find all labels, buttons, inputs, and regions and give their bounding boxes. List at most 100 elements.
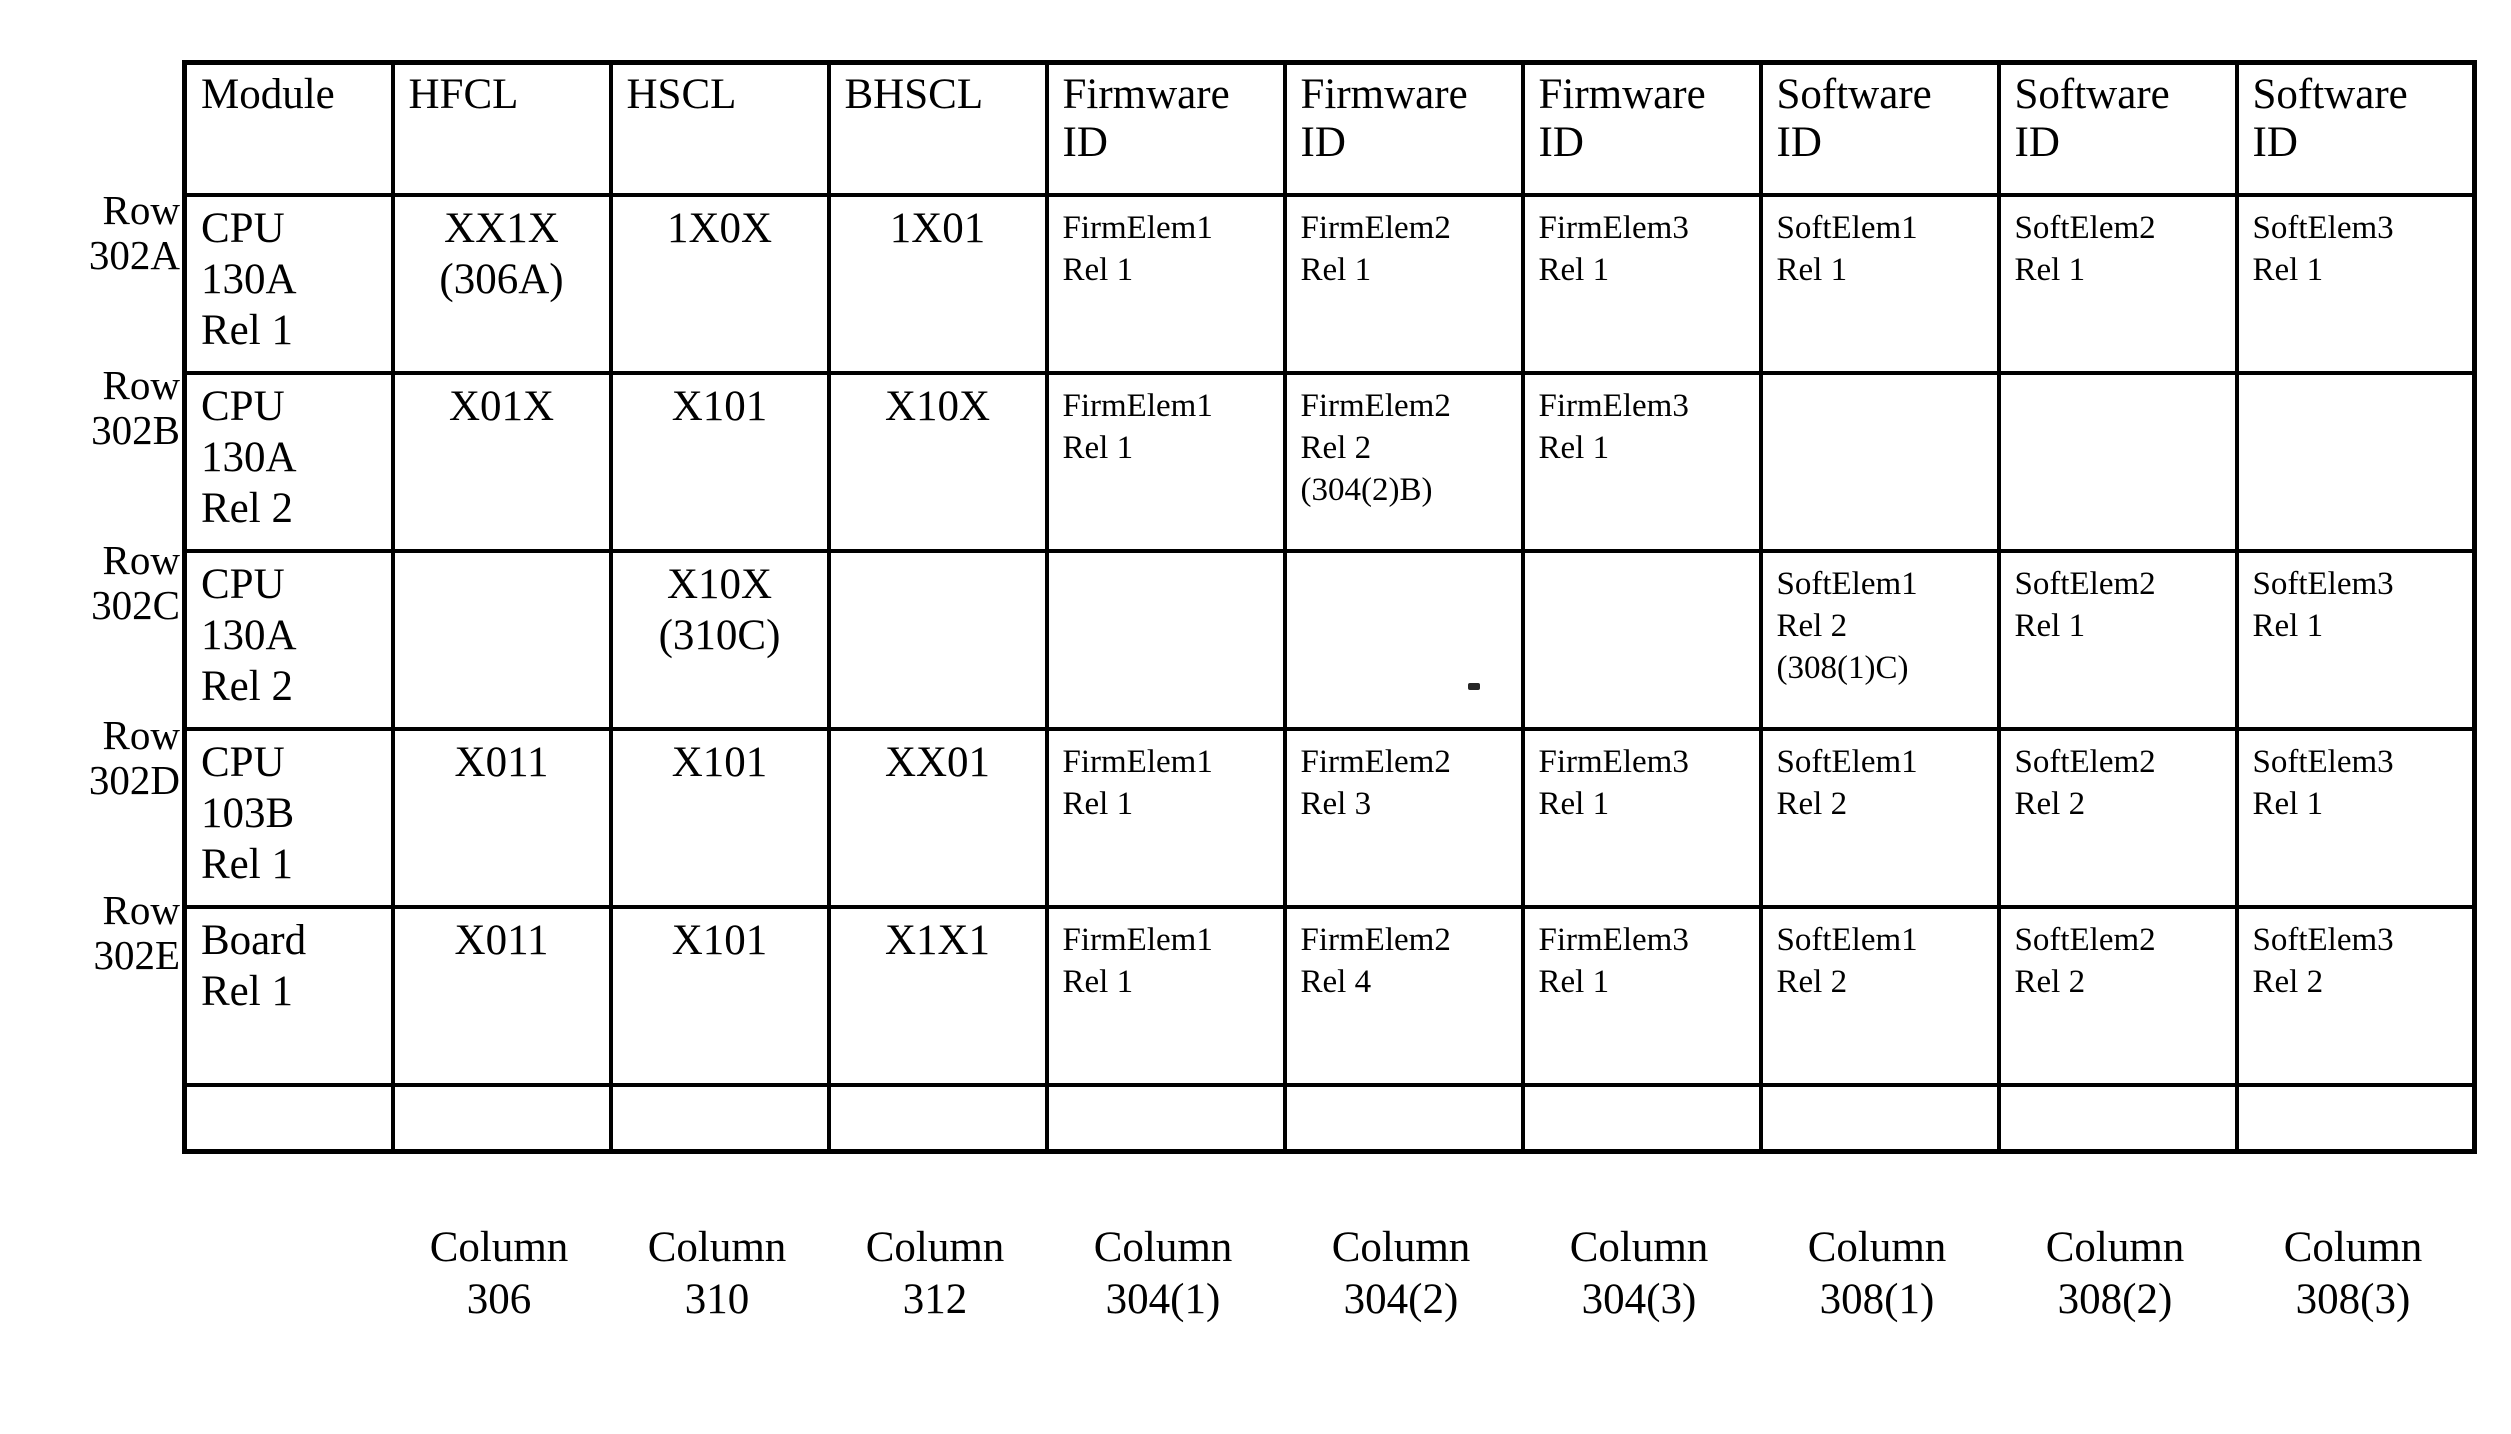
header-cell-bhscl-line1: BHSCL <box>844 71 984 118</box>
cell-302a-hfcl-line1: XX1X <box>444 205 559 252</box>
cell-302b-firmware-id-2-line2: Rel 2 <box>1300 430 1372 466</box>
cell-302d-module-line1: CPU <box>201 739 285 786</box>
cell-302e-firmware-id-2-line1: FirmElem2 <box>1300 922 1451 958</box>
header-cell-firmware-id-3-line2: ID <box>1538 119 1584 166</box>
cell-302b-bhscl: X10X <box>826 371 1049 553</box>
cell-302a-software-id-3-line2: Rel 1 <box>2252 252 2324 288</box>
cell-302d-software-id-2-line2: Rel 2 <box>2014 786 2086 822</box>
cell-302e-software-id-3-line2: Rel 2 <box>2252 964 2324 1000</box>
cell-302d-hscl: X101 <box>608 727 831 909</box>
cell-302c-hscl: X10X (310C) <box>608 549 831 731</box>
cell-302e-firmware-id-1-line2: Rel 1 <box>1062 964 1134 1000</box>
row-label-302b: Row 302B <box>40 363 180 453</box>
header-cell-hfcl-line1: HFCL <box>408 71 519 118</box>
cell-302d-firmware-id-3-line1: FirmElem3 <box>1538 744 1689 780</box>
cell-302b-firmware-id-3: FirmElem3 Rel 1 <box>1520 371 1763 553</box>
row-label-302d-line1: Row <box>102 712 180 758</box>
header-cell-software-id-1-line2: ID <box>1776 119 1822 166</box>
cell-302d-software-id-3-line1: SoftElem3 <box>2252 744 2394 780</box>
cell-302c-hscl-line1: X10X <box>666 561 773 608</box>
cell-302a-software-id-3: SoftElem3 Rel 1 <box>2234 193 2477 375</box>
cell-302c-software-id-2-line2: Rel 1 <box>2014 608 2086 644</box>
cell-302e-software-id-2-line1: SoftElem2 <box>2014 922 2156 958</box>
cell-302e-software-id-1: SoftElem1 Rel 2 <box>1758 905 2001 1087</box>
cell-302e-software-id-2: SoftElem2 Rel 2 <box>1996 905 2239 1087</box>
table-row: Board Rel 1 X011 X101 X1X1 FirmElem1 Rel 1 Firm… <box>182 905 2477 1087</box>
cell-302d-firmware-id-2: FirmElem2 Rel 3 <box>1282 727 1525 909</box>
empty-cell-hscl <box>608 1083 831 1154</box>
cell-302a-bhscl-line1: 1X01 <box>889 205 986 252</box>
row-label-302a: Row 302A <box>40 188 180 278</box>
header-cell-software-id-1-line1: Software <box>1776 71 1932 118</box>
cell-302e-firmware-id-2: FirmElem2 Rel 4 <box>1282 905 1525 1087</box>
cell-302e-software-id-3-line1: SoftElem3 <box>2252 922 2394 958</box>
cell-302d-hfcl: X011 <box>390 727 613 909</box>
header-cell-module-line1: Module <box>201 71 335 118</box>
column-callout-304-2-line2: 304(2) <box>1343 1276 1459 1323</box>
cell-302c-software-id-1-line2: Rel 2 <box>1776 608 1848 644</box>
empty-cell-hfcl <box>390 1083 613 1154</box>
cell-302b-software-id-2 <box>1996 371 2239 553</box>
cell-302d-module-line3: Rel 1 <box>201 841 293 888</box>
row-label-302b-line2: 302B <box>91 407 180 453</box>
cell-302d-firmware-id-3-line2: Rel 1 <box>1538 786 1610 822</box>
empty-cell-module <box>182 1083 395 1154</box>
cell-302a-hfcl: XX1X (306A) <box>390 193 613 375</box>
column-callout-308-1-line1: Column <box>1807 1224 1947 1271</box>
cell-302d-firmware-id-1-line2: Rel 1 <box>1062 786 1134 822</box>
cell-302a-software-id-1-line2: Rel 1 <box>1776 252 1848 288</box>
header-cell-firmware-id-1-line1: Firmware <box>1062 71 1230 118</box>
cell-302a-software-id-3-line1: SoftElem3 <box>2252 210 2394 246</box>
header-cell-firmware-id-3-line1: Firmware <box>1538 71 1706 118</box>
empty-cell-software-id-2 <box>1996 1083 2239 1154</box>
header-cell-firmware-id-2-line2: ID <box>1300 119 1346 166</box>
cell-302b-module-line3: Rel 2 <box>201 485 293 532</box>
cell-302c-software-id-3-line1: SoftElem3 <box>2252 566 2394 602</box>
cell-302c-firmware-id-1 <box>1044 549 1287 731</box>
column-callout-306-line2: 306 <box>466 1276 532 1323</box>
cell-302c-software-id-1-line1: SoftElem1 <box>1776 566 1918 602</box>
row-label-302c-line2: 302C <box>91 582 180 628</box>
cell-302e-firmware-id-3-line2: Rel 1 <box>1538 964 1610 1000</box>
cell-302c-hscl-line2: (310C) <box>658 612 781 659</box>
cell-302c-software-id-2: SoftElem2 Rel 1 <box>1996 549 2239 731</box>
header-cell-hscl-line1: HSCL <box>626 71 737 118</box>
header-cell-firmware-id-1: Firmware ID <box>1044 60 1287 197</box>
row-label-302c: Row 302C <box>40 538 180 628</box>
header-cell-software-id-2: Software ID <box>1996 60 2239 197</box>
cell-302d-hfcl-line1: X011 <box>454 739 549 786</box>
cell-302b-module: CPU 130A Rel 2 <box>182 371 395 553</box>
row-label-302a-line1: Row <box>102 187 180 233</box>
empty-cell-firmware-id-2 <box>1282 1083 1525 1154</box>
cell-302d-software-id-2-line1: SoftElem2 <box>2014 744 2156 780</box>
cell-302b-hfcl-line1: X01X <box>448 383 555 430</box>
column-callout-module <box>182 1222 390 1326</box>
cell-302b-firmware-id-3-line1: FirmElem3 <box>1538 388 1689 424</box>
cell-302d-software-id-1-line1: SoftElem1 <box>1776 744 1918 780</box>
cell-302d-bhscl-line1: XX01 <box>884 739 991 786</box>
cell-302b-firmware-id-2-line1: FirmElem2 <box>1300 388 1451 424</box>
cell-302d-firmware-id-1: FirmElem1 Rel 1 <box>1044 727 1287 909</box>
cell-302a-hfcl-line2: (306A) <box>439 256 564 303</box>
column-callout-308-2-line2: 308(2) <box>2057 1276 2173 1323</box>
column-callout-306-line1: Column <box>429 1224 569 1271</box>
cell-302a-firmware-id-1-line2: Rel 1 <box>1062 252 1134 288</box>
cell-302e-hfcl: X011 <box>390 905 613 1087</box>
cell-302d-module: CPU 103B Rel 1 <box>182 727 395 909</box>
cell-302a-hscl: 1X0X <box>608 193 831 375</box>
header-cell-firmware-id-1-line2: ID <box>1062 119 1108 166</box>
cell-302e-module-line2: Rel 1 <box>201 968 293 1015</box>
column-callout-304-3-line2: 304(3) <box>1581 1276 1697 1323</box>
cell-302d-software-id-2: SoftElem2 Rel 2 <box>1996 727 2239 909</box>
cell-302d-software-id-1-line2: Rel 2 <box>1776 786 1848 822</box>
table-row: CPU 130A Rel 1 XX1X (306A) 1X0X 1X01 FirmElem1 R… <box>182 193 2477 375</box>
cell-302c-software-id-3: SoftElem3 Rel 1 <box>2234 549 2477 731</box>
cell-302e-firmware-id-3-line1: FirmElem3 <box>1538 922 1689 958</box>
row-label-302d-line2: 302D <box>88 757 180 803</box>
cell-302b-hfcl: X01X <box>390 371 613 553</box>
cell-302b-firmware-id-2: FirmElem2 Rel 2 (304(2)B) <box>1282 371 1525 553</box>
table-row: CPU 130A Rel 2 X01X X101 X10X FirmElem1 Rel 1 Fi… <box>182 371 2477 553</box>
patent-figure-table: Row 302A Row 302B Row 302C Row 302D Row … <box>0 0 2511 1434</box>
cell-302b-firmware-id-1-line2: Rel 1 <box>1062 430 1134 466</box>
cell-302e-bhscl-line1: X1X1 <box>884 917 991 964</box>
